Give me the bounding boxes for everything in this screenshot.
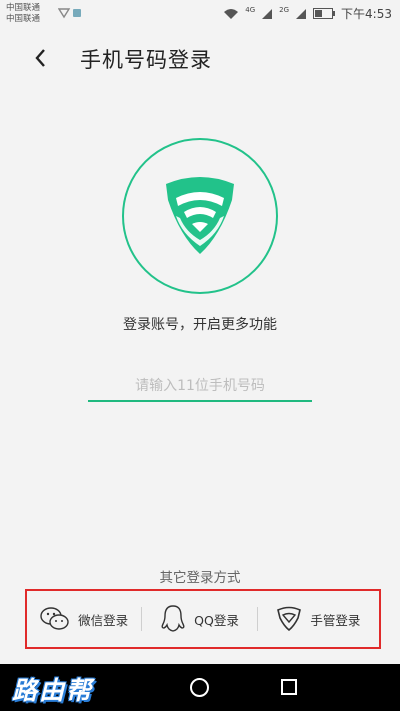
other-login-options: 微信登录 QQ登录 手管登录 bbox=[27, 591, 379, 647]
carrier-1-label: 中国联通 bbox=[6, 3, 41, 13]
qq-login-button[interactable]: QQ登录 bbox=[142, 604, 256, 634]
other-login-title: 其它登录方式 bbox=[159, 570, 241, 586]
shield-logo-icon bbox=[166, 177, 234, 254]
phone-number-input[interactable] bbox=[88, 372, 312, 402]
carrier-2-label: 中国联通 bbox=[6, 14, 41, 24]
battery-icon bbox=[313, 8, 336, 19]
wifi-icon bbox=[224, 8, 239, 19]
app-shield-icon bbox=[57, 8, 71, 19]
wechat-login-label: 微信登录 bbox=[78, 612, 129, 628]
status-bar: 中国联通 中国联通 4G 2G 下午4:53 bbox=[0, 0, 400, 28]
status-right: 4G 2G 下午4:53 bbox=[223, 5, 392, 22]
phone-manager-login-button[interactable]: 手管登录 bbox=[258, 606, 379, 632]
qq-icon bbox=[161, 605, 185, 632]
phone-manager-login-label: 手管登录 bbox=[310, 612, 361, 628]
recent-apps-button[interactable] bbox=[281, 679, 297, 695]
network-tag-4g: 4G bbox=[245, 5, 256, 14]
home-button[interactable] bbox=[190, 678, 209, 697]
notification-icons bbox=[57, 7, 84, 22]
app-logo bbox=[122, 138, 278, 294]
back-button[interactable] bbox=[28, 44, 56, 72]
wechat-login-button[interactable]: 微信登录 bbox=[27, 606, 141, 632]
header: 手机号码登录 bbox=[0, 28, 400, 88]
shield-icon bbox=[277, 606, 302, 632]
app-notify-icon bbox=[73, 9, 81, 17]
signal-icon-1 bbox=[262, 8, 273, 19]
qq-login-label: QQ登录 bbox=[194, 612, 239, 628]
signal-icon-2 bbox=[296, 8, 307, 19]
watermark-logo: 路由帮 bbox=[12, 676, 94, 705]
wechat-icon bbox=[40, 607, 69, 630]
back-arrow-icon bbox=[35, 49, 45, 67]
clock: 下午4:53 bbox=[341, 7, 392, 21]
page-title: 手机号码登录 bbox=[80, 48, 212, 72]
tagline: 登录账号，开启更多功能 bbox=[123, 317, 277, 333]
network-tag-2g: 2G bbox=[279, 5, 290, 14]
carrier-info: 中国联通 中国联通 bbox=[6, 3, 40, 25]
